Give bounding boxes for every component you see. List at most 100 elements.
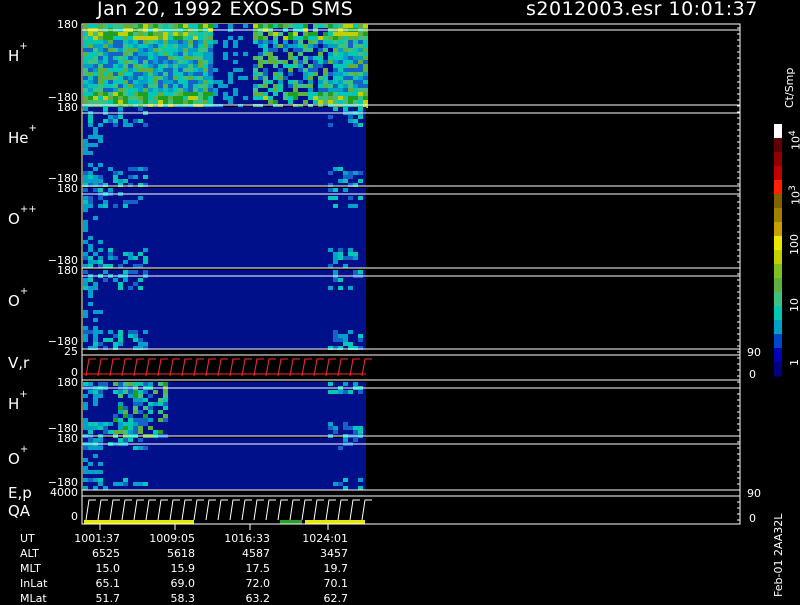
heat-cell — [113, 56, 118, 60]
heat-cell — [288, 24, 293, 28]
heat-cell — [158, 410, 163, 414]
heat-cell — [348, 175, 353, 179]
heat-cell — [353, 52, 358, 56]
heat-cell — [343, 24, 348, 28]
heat-cell — [83, 402, 88, 406]
heat-cell — [328, 40, 333, 44]
heat-cell — [113, 204, 118, 208]
heat-cell — [88, 204, 93, 208]
heat-cell — [98, 36, 103, 40]
heat-cell — [118, 84, 123, 88]
heat-cell — [313, 72, 318, 76]
heat-cell — [83, 204, 88, 208]
heat-cell — [83, 80, 88, 84]
heat-cell — [163, 24, 168, 28]
colorbar-segment — [774, 222, 782, 237]
footer-value: 1009:05 — [149, 532, 195, 545]
qa-bar — [280, 520, 302, 524]
heat-cell — [258, 40, 263, 44]
heat-cell — [333, 84, 338, 88]
heat-cell — [353, 36, 358, 40]
heat-cell — [128, 414, 133, 418]
heat-cell — [313, 24, 318, 28]
heat-cell — [323, 80, 328, 84]
heat-cell — [118, 390, 123, 394]
heat-cell — [358, 80, 363, 84]
heat-cell — [288, 64, 293, 68]
heat-cell — [143, 382, 148, 386]
heat-cell — [363, 36, 368, 40]
heat-cell — [203, 32, 208, 36]
heat-cell — [143, 36, 148, 40]
heat-cell — [173, 100, 178, 104]
heat-cell — [168, 72, 173, 76]
heat-cell — [183, 44, 188, 48]
heat-cell — [343, 342, 348, 346]
heat-cell — [233, 68, 238, 72]
heat-cell — [123, 48, 128, 52]
footer-value: 19.7 — [323, 562, 349, 575]
heat-cell — [108, 36, 113, 40]
heat-cell — [113, 40, 118, 44]
heat-cell — [83, 88, 88, 92]
heat-cell — [128, 52, 133, 56]
heat-cell — [163, 406, 168, 410]
heat-cell — [83, 60, 88, 64]
heat-cell — [193, 40, 198, 44]
qa-bar — [84, 520, 194, 524]
heat-cell — [288, 52, 293, 56]
heat-cell — [88, 248, 93, 252]
heat-cell — [338, 52, 343, 56]
heat-cell — [153, 80, 158, 84]
heat-cell — [123, 76, 128, 80]
heat-cell — [288, 72, 293, 76]
heat-cell — [133, 430, 138, 434]
heat-cell — [253, 92, 258, 96]
heat-cell — [318, 80, 323, 84]
heat-cell — [103, 338, 108, 342]
heat-cell — [183, 36, 188, 40]
heat-cell — [143, 32, 148, 36]
heat-cell — [158, 36, 163, 40]
heat-cell — [173, 32, 178, 36]
heat-cell — [253, 72, 258, 76]
heat-cell — [93, 72, 98, 76]
heat-cell — [143, 270, 148, 274]
heat-cell — [138, 36, 143, 40]
heat-cell — [83, 76, 88, 80]
heat-cell — [103, 264, 108, 268]
heat-cell — [343, 32, 348, 36]
heat-cell — [338, 446, 343, 450]
heat-cell — [83, 334, 88, 338]
colorbar-tick: 103 — [788, 185, 800, 205]
heat-cell — [123, 270, 128, 274]
heat-cell — [358, 32, 363, 36]
heat-cell — [153, 60, 158, 64]
heat-cell — [333, 32, 338, 36]
heat-cell — [133, 76, 138, 80]
heat-cell — [358, 40, 363, 44]
panel-label-sup: + — [28, 123, 37, 135]
heat-cell — [108, 84, 113, 88]
heat-cell — [233, 60, 238, 64]
heat-cell — [358, 426, 363, 430]
heat-cell — [278, 72, 283, 76]
heat-cell — [168, 24, 173, 28]
heat-cell — [148, 402, 153, 406]
heat-cell — [288, 32, 293, 36]
heat-cell — [343, 175, 348, 179]
heat-cell — [133, 72, 138, 76]
heat-cell — [208, 60, 213, 64]
heat-cell — [133, 52, 138, 56]
heat-cell — [83, 422, 88, 426]
heat-cell — [118, 80, 123, 84]
heat-cell — [328, 382, 333, 386]
heat-cell — [153, 402, 158, 406]
heat-cell — [333, 252, 338, 256]
heat-cell — [93, 446, 98, 450]
heat-cell — [358, 60, 363, 64]
heat-cell — [193, 52, 198, 56]
heat-cell — [108, 60, 113, 64]
colorbar-tick-base: 1 — [788, 359, 800, 366]
heat-cell — [273, 32, 278, 36]
